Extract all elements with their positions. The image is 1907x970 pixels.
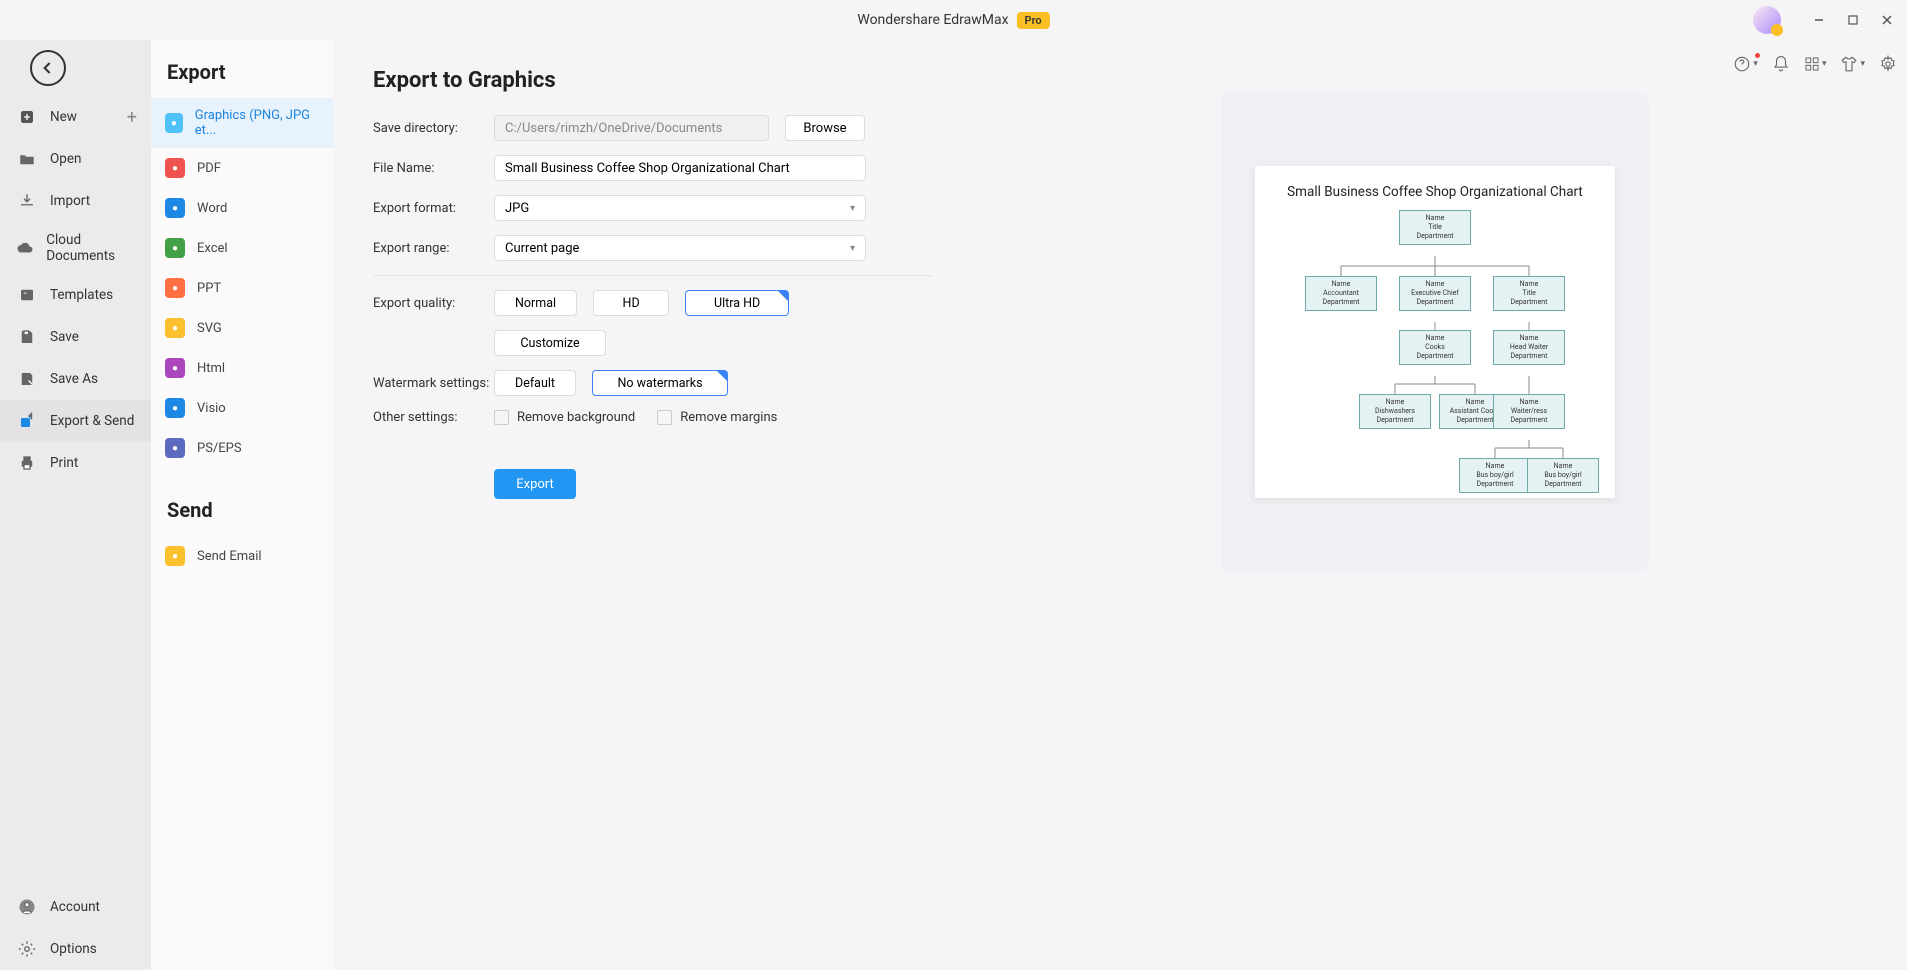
plus-square-icon [16, 106, 38, 128]
bell-icon[interactable] [1772, 55, 1790, 73]
export-form: Export to Graphics Save directory: Brows… [373, 68, 933, 942]
file-type-icon: ● [165, 238, 185, 258]
minimize-button[interactable] [1811, 12, 1827, 28]
back-button[interactable] [30, 50, 66, 86]
sidebar-secondary: Export ●Graphics (PNG, JPG et...●PDF●Wor… [151, 40, 333, 970]
save-icon [16, 326, 38, 348]
quality-normal[interactable]: Normal [494, 290, 577, 316]
file-type-icon: ● [165, 278, 185, 298]
remove-margins-checkbox[interactable]: Remove margins [657, 410, 777, 425]
export-type-ppt[interactable]: ●PPT [151, 268, 333, 308]
download-icon [16, 190, 38, 212]
export-type-svg[interactable]: ●SVG [151, 308, 333, 348]
preview-frame: Small Business Coffee Shop Organizationa… [1221, 93, 1649, 571]
sidebar1-footer-account[interactable]: Account [0, 886, 151, 928]
file-type-icon: ● [165, 438, 185, 458]
export-heading: Export [151, 60, 333, 98]
export-type-visio[interactable]: ●Visio [151, 388, 333, 428]
export-format-label: Export format: [373, 201, 494, 216]
close-button[interactable] [1879, 12, 1895, 28]
file-type-icon: ● [165, 318, 185, 338]
sidebar1-item-templates[interactable]: Templates [0, 274, 151, 316]
export-type-pseps[interactable]: ●PS/EPS [151, 428, 333, 468]
export-type-excel[interactable]: ●Excel [151, 228, 333, 268]
file-type-icon: ● [165, 198, 185, 218]
sidebar1-item-export-send[interactable]: Export & Send [0, 400, 151, 442]
sidebar1-item-import[interactable]: Import [0, 180, 151, 222]
file-name-label: File Name: [373, 161, 494, 176]
save-as-icon [16, 368, 38, 390]
quality-hd[interactable]: HD [593, 290, 669, 316]
send-heading: Send [151, 498, 333, 536]
file-type-icon: ● [165, 158, 185, 178]
preview-image: Small Business Coffee Shop Organizationa… [1255, 166, 1615, 498]
export-type-graphics[interactable]: ●Graphics (PNG, JPG et... [151, 98, 333, 148]
export-format-select[interactable]: JPG [494, 195, 866, 221]
titlebar: Wondershare EdrawMax Pro [0, 0, 1907, 40]
maximize-button[interactable] [1845, 12, 1861, 28]
export-type-word[interactable]: ●Word [151, 188, 333, 228]
toolbar-right: ▾ ▾ ▾ [1733, 55, 1897, 73]
cloud-icon [16, 237, 34, 259]
account-icon [16, 896, 38, 918]
app-title: Wondershare EdrawMax [857, 12, 1008, 28]
pro-badge: Pro [1017, 12, 1050, 29]
quality-ultra[interactable]: Ultra HD [685, 290, 789, 316]
remove-bg-checkbox[interactable]: Remove background [494, 410, 635, 425]
print-icon [16, 452, 38, 474]
sidebar1-item-print[interactable]: Print [0, 442, 151, 484]
sidebar1-item-save[interactable]: Save [0, 316, 151, 358]
export-type-pdf[interactable]: ●PDF [151, 148, 333, 188]
folder-icon [16, 148, 38, 170]
sidebar1-item-new[interactable]: New+ [0, 96, 151, 138]
help-icon[interactable]: ▾ [1733, 55, 1758, 73]
file-name-input[interactable] [494, 155, 866, 181]
save-dir-input[interactable] [494, 115, 769, 141]
watermark-label: Watermark settings: [373, 376, 494, 391]
chart-title: Small Business Coffee Shop Organizationa… [1267, 184, 1603, 200]
plus-icon[interactable]: + [127, 107, 137, 128]
save-dir-label: Save directory: [373, 121, 494, 136]
settings-icon[interactable] [1879, 55, 1897, 73]
export-quality-label: Export quality: [373, 296, 494, 311]
file-type-icon: ● [165, 113, 183, 133]
watermark-default[interactable]: Default [494, 370, 576, 396]
sidebar1-item-save-as[interactable]: Save As [0, 358, 151, 400]
export-type-html[interactable]: ●Html [151, 348, 333, 388]
export-icon [16, 410, 38, 432]
watermark-none[interactable]: No watermarks [592, 370, 728, 396]
file-type-icon: ● [165, 398, 185, 418]
sidebar1-item-cloud-documents[interactable]: Cloud Documents [0, 222, 151, 274]
export-type-send[interactable]: ●Send Email [151, 536, 333, 576]
main-heading: Export to Graphics [373, 68, 933, 93]
file-type-icon: ● [165, 358, 185, 378]
template-icon [16, 284, 38, 306]
sidebar-primary: New+OpenImportCloud DocumentsTemplatesSa… [0, 40, 151, 970]
sidebar1-item-open[interactable]: Open [0, 138, 151, 180]
shirt-icon[interactable]: ▾ [1840, 55, 1865, 73]
grid-icon[interactable]: ▾ [1804, 56, 1827, 72]
other-label: Other settings: [373, 410, 494, 425]
quality-customize[interactable]: Customize [494, 330, 606, 356]
export-range-select[interactable]: Current page [494, 235, 866, 261]
export-button[interactable]: Export [494, 469, 576, 499]
browse-button[interactable]: Browse [785, 115, 865, 141]
file-type-icon: ● [165, 546, 185, 566]
sidebar1-footer-options[interactable]: Options [0, 928, 151, 970]
export-range-label: Export range: [373, 241, 494, 256]
avatar[interactable] [1753, 6, 1781, 34]
gear-icon [16, 938, 38, 960]
